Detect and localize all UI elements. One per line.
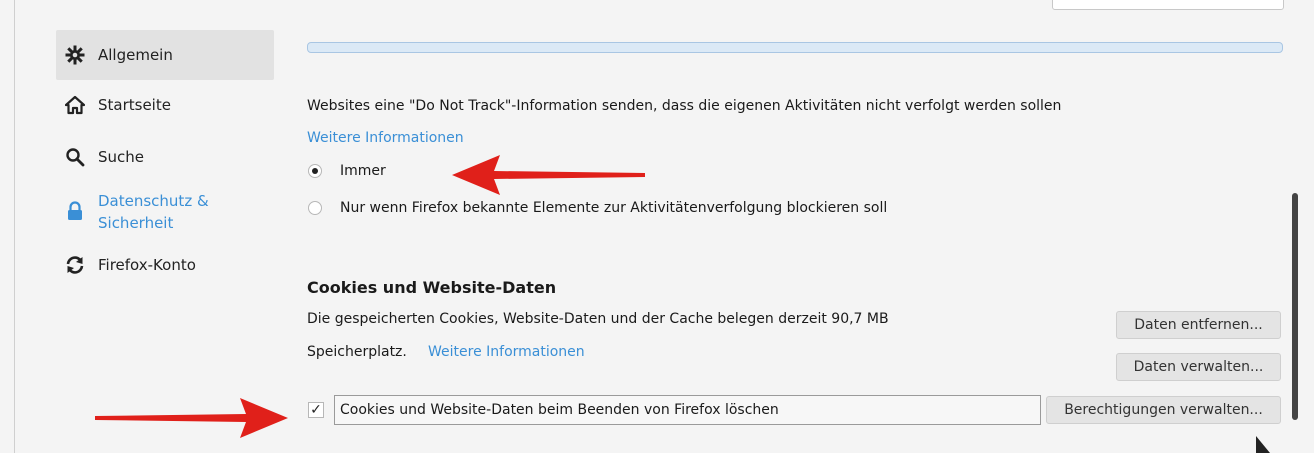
top-input-field[interactable] — [1052, 0, 1284, 10]
delete-on-close-label[interactable]: Cookies und Website-Daten beim Beenden v… — [340, 402, 779, 418]
delete-on-close-checkbox[interactable]: ✓ — [308, 402, 324, 418]
scrollbar-thumb[interactable] — [1292, 193, 1298, 420]
sidebar-item-label: Datenschutz & Sicherheit — [98, 192, 209, 232]
sidebar-item-label: Startseite — [98, 96, 171, 114]
sidebar-item-startseite[interactable]: Startseite — [56, 94, 274, 116]
cookies-heading: Cookies und Website-Daten — [307, 278, 557, 297]
cookies-more-info-link[interactable]: Weitere Informationen — [428, 344, 585, 360]
home-icon — [64, 94, 86, 116]
sync-icon — [64, 254, 86, 276]
manage-data-button[interactable]: Daten verwalten... — [1116, 353, 1281, 381]
sidebar-item-allgemein[interactable]: Allgemein — [56, 30, 274, 80]
manage-permissions-button[interactable]: Berechtigungen verwalten... — [1046, 396, 1281, 424]
sidebar-item-label: Firefox-Konto — [98, 256, 196, 274]
annotation-arrow-icon — [95, 398, 288, 438]
sidebar-item-label: Suche — [98, 148, 145, 166]
sidebar-item-label: Allgemein — [98, 46, 173, 64]
radio-immer[interactable] — [308, 164, 322, 178]
radio-nur-wenn-label[interactable]: Nur wenn Firefox bekannte Elemente zur A… — [340, 200, 887, 216]
annotation-arrow-icon — [452, 155, 645, 195]
sidebar-item-suche[interactable]: Suche — [56, 146, 274, 168]
cookies-usage-text-2: Speicherplatz. — [307, 344, 407, 360]
sidebar-item-firefox-konto[interactable]: Firefox-Konto — [56, 254, 274, 276]
content-strip — [307, 42, 1283, 53]
dnt-description: Websites eine "Do Not Track"-Information… — [307, 98, 1062, 114]
mouse-cursor-icon — [1256, 436, 1270, 453]
dnt-more-info-link[interactable]: Weitere Informationen — [307, 130, 464, 146]
radio-immer-label[interactable]: Immer — [340, 163, 386, 179]
clear-data-button[interactable]: Daten entfernen... — [1116, 311, 1281, 339]
window-edge — [14, 0, 15, 453]
cookies-usage-text: Die gespeicherten Cookies, Website-Daten… — [307, 311, 889, 327]
sidebar-item-datenschutz[interactable]: Datenschutz & Sicherheit — [56, 190, 274, 234]
radio-nur-wenn[interactable] — [308, 201, 322, 215]
search-icon — [64, 146, 86, 168]
lock-icon — [64, 200, 86, 222]
gear-icon — [64, 44, 86, 66]
